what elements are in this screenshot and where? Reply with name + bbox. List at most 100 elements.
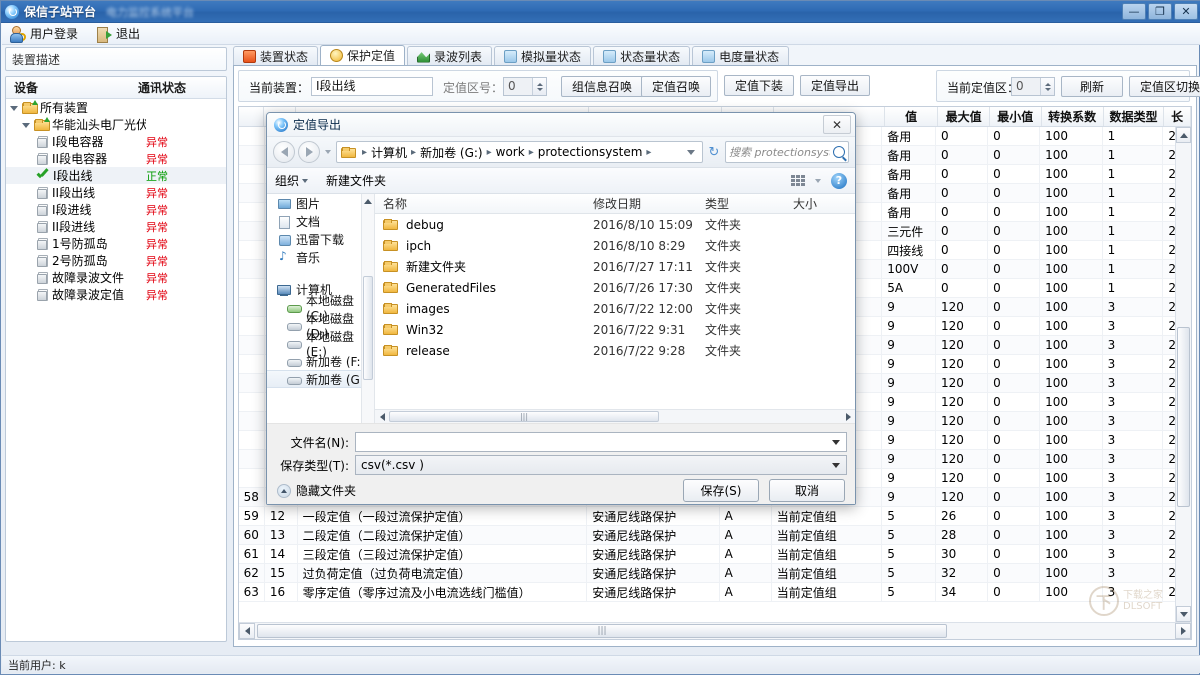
file-row[interactable]: ipch2016/8/10 8:29文件夹	[375, 235, 855, 256]
tree-node-device[interactable]: I段进线异常	[6, 201, 226, 218]
hide-folders-toggle[interactable]: 隐藏文件夹	[277, 482, 356, 499]
file-row[interactable]: images2016/7/22 12:00文件夹	[375, 298, 855, 319]
current-zone-spinner[interactable]: 0	[1011, 77, 1055, 96]
tab-1[interactable]: 保护定值	[320, 45, 405, 65]
place-item-8[interactable]: 本地磁盘 (E:)	[267, 334, 374, 352]
places-scroll-thumb[interactable]	[363, 276, 373, 380]
table-vertical-scrollbar[interactable]	[1175, 127, 1191, 622]
minimize-button[interactable]: —	[1122, 3, 1146, 20]
file-row[interactable]: release2016/7/22 9:28文件夹	[375, 340, 855, 361]
organize-button[interactable]: 组织	[275, 172, 308, 189]
tree-node-device[interactable]: II段出线异常	[6, 184, 226, 201]
expand-arrow-icon[interactable]	[10, 103, 19, 112]
place-item-10[interactable]: 新加卷 (G:)	[267, 370, 374, 388]
forward-button[interactable]	[298, 141, 320, 163]
breadcrumb-item-0[interactable]: 计算机	[371, 144, 407, 161]
breadcrumb-dropdown-icon[interactable]	[684, 150, 698, 155]
setting-export-button[interactable]: 定值导出	[800, 75, 870, 96]
tab-2[interactable]: 录波列表	[407, 46, 492, 65]
search-box[interactable]: 搜索 protectionsyste...	[725, 141, 849, 163]
tab-4[interactable]: 状态量状态	[593, 46, 690, 65]
user-login-button[interactable]: 用户登录	[10, 25, 78, 42]
logout-button[interactable]: 退出	[96, 25, 140, 42]
tree-node-device[interactable]: 2号防孤岛异常	[6, 252, 226, 269]
file-row[interactable]: 新建文件夹2016/7/27 17:11文件夹	[375, 256, 855, 277]
expand-arrow-icon[interactable]	[22, 120, 31, 129]
file-scroll-right-icon[interactable]	[841, 410, 855, 423]
place-item-9[interactable]: 新加卷 (F:)	[267, 352, 374, 370]
switch-zone-button[interactable]: 定值区切换	[1129, 76, 1200, 97]
group-info-call-button[interactable]: 组信息召唤	[561, 76, 643, 97]
scroll-right-button[interactable]	[1175, 623, 1191, 639]
current-device-input[interactable]: I段出线	[311, 77, 433, 96]
table-col-1[interactable]: 最大值	[938, 107, 990, 126]
table-row[interactable]: 6114三段定值（三段过流保护定值）安通尼线路保护A当前定值组530010032	[239, 545, 1191, 564]
tree-node-device[interactable]: I段电容器异常	[6, 133, 226, 150]
file-column-name[interactable]: 名称	[375, 195, 585, 212]
tree-node-device[interactable]: 故障录波定值异常	[6, 286, 226, 303]
place-item-0[interactable]: 图片	[267, 194, 374, 212]
file-column-size[interactable]: 大小	[785, 195, 855, 212]
tree-node-device[interactable]: II段电容器异常	[6, 150, 226, 167]
tree-node-device[interactable]: II段进线异常	[6, 218, 226, 235]
place-item-3[interactable]: 音乐	[267, 248, 374, 266]
file-list-hscrollbar[interactable]: |||	[375, 409, 855, 423]
vertical-scroll-thumb[interactable]	[1177, 327, 1190, 507]
file-scroll-thumb[interactable]: |||	[389, 411, 659, 422]
file-row[interactable]: GeneratedFiles2016/7/26 17:30文件夹	[375, 277, 855, 298]
tab-0[interactable]: 装置状态	[233, 46, 318, 65]
places-scroll-up-icon[interactable]	[362, 194, 374, 208]
breadcrumb-item-2[interactable]: work	[496, 145, 525, 159]
file-scroll-left-icon[interactable]	[375, 410, 389, 423]
view-mode-icon[interactable]	[791, 175, 805, 187]
breadcrumb[interactable]: ▸ 计算机 ▸ 新加卷 (G:) ▸ work ▸ protectionsyst…	[336, 141, 703, 163]
view-dropdown-icon[interactable]	[813, 179, 823, 183]
setting-call-button[interactable]: 定值召唤	[641, 76, 711, 97]
place-item-2[interactable]: 迅雷下载	[267, 230, 374, 248]
filetype-select[interactable]: csv(*.csv )	[355, 455, 847, 475]
refresh-button[interactable]: 刷新	[1061, 76, 1123, 97]
table-col-5[interactable]: 长	[1164, 107, 1191, 126]
file-column-date[interactable]: 修改日期	[585, 195, 697, 212]
close-button[interactable]: ✕	[1174, 3, 1198, 20]
zone-number-spinner[interactable]: 0	[503, 77, 547, 96]
table-col-2[interactable]: 最小值	[990, 107, 1042, 126]
filetype-dropdown-icon[interactable]	[828, 463, 844, 468]
table-col-0[interactable]: 值	[885, 107, 938, 126]
breadcrumb-item-3[interactable]: protectionsystem	[538, 145, 643, 159]
scroll-up-button[interactable]	[1176, 127, 1191, 143]
filename-input[interactable]	[355, 432, 847, 452]
refresh-icon[interactable]: ↻	[706, 145, 722, 160]
new-folder-button[interactable]: 新建文件夹	[326, 172, 386, 189]
tree-node-device[interactable]: I段出线正常	[6, 167, 226, 184]
table-row[interactable]: 5912一段定值（一段过流保护定值）安通尼线路保护A当前定值组526010032	[239, 507, 1191, 526]
spinner-arrows-icon[interactable]	[532, 78, 546, 95]
file-row[interactable]: debug2016/8/10 15:09文件夹	[375, 214, 855, 235]
table-row[interactable]: 6215过负荷定值（过负荷电流定值）安通尼线路保护A当前定值组532010032	[239, 564, 1191, 583]
filename-dropdown-icon[interactable]	[828, 440, 844, 445]
tree-node-device[interactable]: 1号防孤岛异常	[6, 235, 226, 252]
help-icon[interactable]: ?	[831, 173, 847, 189]
save-button[interactable]: 保存(S)	[683, 479, 759, 502]
table-row[interactable]: 6013二段定值（二段过流保护定值）安通尼线路保护A当前定值组528010032	[239, 526, 1191, 545]
dialog-close-button[interactable]: ✕	[823, 115, 851, 134]
tree-node-all-devices[interactable]: 所有装置	[6, 99, 226, 116]
tab-5[interactable]: 电度量状态	[692, 46, 789, 65]
scroll-down-button[interactable]	[1176, 606, 1191, 622]
scroll-left-button[interactable]	[239, 623, 255, 639]
table-row[interactable]: 6316零序定值（零序过流及小电流选线门槛值）安通尼线路保护A当前定值组5340…	[239, 583, 1191, 602]
tree-node-device[interactable]: 故障录波文件异常	[6, 269, 226, 286]
horizontal-scroll-thumb[interactable]: |||	[257, 624, 947, 638]
tree-node-station[interactable]: 华能汕头电厂光伏站	[6, 116, 226, 133]
table-horizontal-scrollbar[interactable]: |||	[239, 622, 1191, 639]
file-column-type[interactable]: 类型	[697, 195, 785, 212]
setting-download-button[interactable]: 定值下装	[724, 75, 794, 96]
back-button[interactable]	[273, 141, 295, 163]
places-scrollbar[interactable]	[361, 194, 374, 423]
current-zone-spinner-arrows-icon[interactable]	[1040, 78, 1054, 95]
table-col-4[interactable]: 数据类型	[1104, 107, 1164, 126]
tab-3[interactable]: 模拟量状态	[494, 46, 591, 65]
file-row[interactable]: Win322016/7/22 9:31文件夹	[375, 319, 855, 340]
table-col-3[interactable]: 转换系数	[1042, 107, 1104, 126]
place-item-1[interactable]: 文档	[267, 212, 374, 230]
